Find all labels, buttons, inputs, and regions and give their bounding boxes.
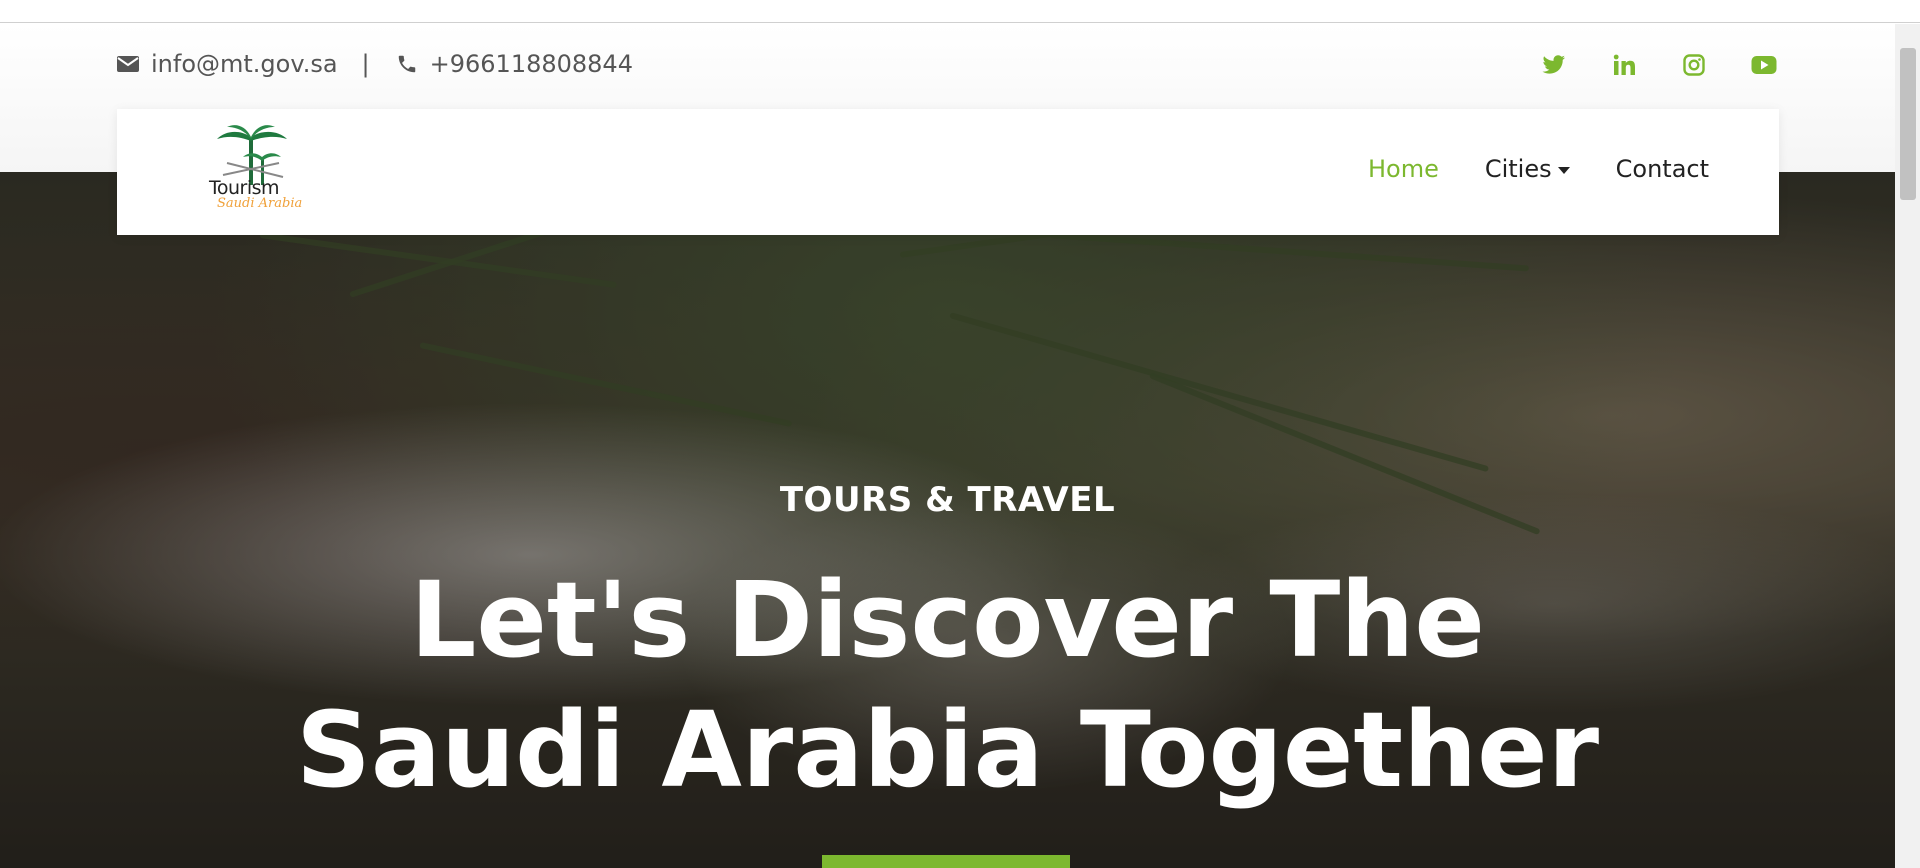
caret-down-icon — [1557, 166, 1570, 174]
nav-links: Home Cities Contact — [1368, 155, 1709, 183]
contact-separator: | — [361, 50, 370, 78]
main-navbar: Tourism Saudi Arabia Home Cities Contact — [117, 109, 1779, 235]
email-link[interactable]: info@mt.gov.sa — [151, 50, 338, 78]
hero-cta-button[interactable] — [822, 855, 1070, 868]
hero-title: Let's Discover The Saudi Arabia Together — [0, 555, 1895, 815]
social-links — [1541, 52, 1777, 78]
hero-title-line-1: Let's Discover The — [410, 559, 1485, 681]
linkedin-icon[interactable] — [1611, 52, 1637, 78]
nav-home[interactable]: Home — [1368, 155, 1439, 183]
nav-cities-label: Cities — [1484, 155, 1552, 183]
youtube-icon[interactable] — [1751, 52, 1777, 78]
contact-info: info@mt.gov.sa | +966118808844 — [115, 50, 633, 78]
browser-top-divider — [0, 22, 1920, 23]
logo-subtitle: Saudi Arabia — [217, 196, 303, 211]
page: info@mt.gov.sa | +966118808844 TOURS & T… — [0, 0, 1920, 868]
hero-title-line-2: Saudi Arabia Together — [296, 689, 1599, 811]
nav-cities[interactable]: Cities — [1485, 155, 1570, 183]
phone-icon — [394, 51, 420, 77]
instagram-icon[interactable] — [1681, 52, 1707, 78]
hero-subtitle: TOURS & TRAVEL — [779, 480, 1116, 520]
nav-contact[interactable]: Contact — [1616, 155, 1709, 183]
envelope-icon — [115, 51, 141, 77]
phone-link[interactable]: +966118808844 — [430, 50, 633, 78]
twitter-icon[interactable] — [1541, 52, 1567, 78]
scrollbar-thumb[interactable] — [1900, 48, 1916, 200]
